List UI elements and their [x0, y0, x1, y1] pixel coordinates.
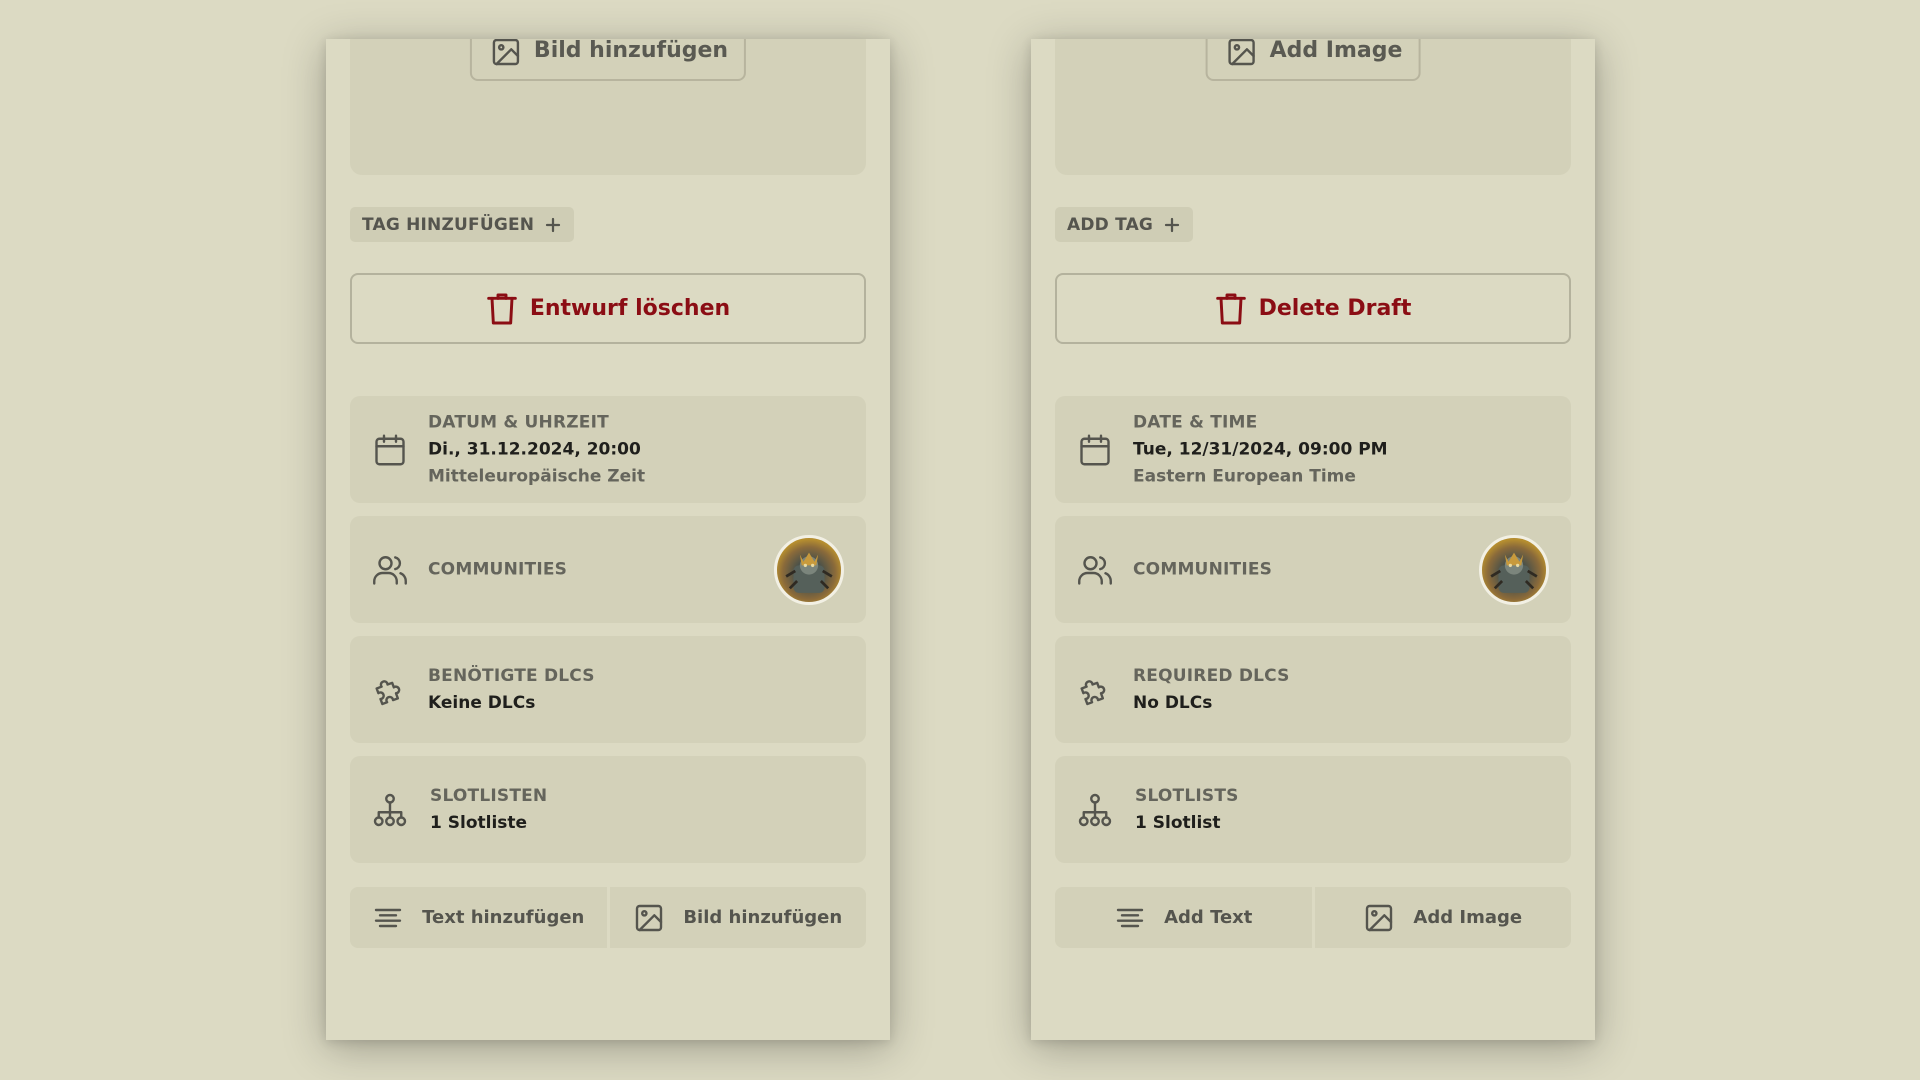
community-avatar[interactable] [774, 534, 844, 605]
plus-icon [1164, 217, 1180, 232]
puzzle-icon [375, 679, 401, 705]
datetime-title: DATE & TIME [1133, 412, 1258, 432]
delete-draft-label: Entwurf löschen [529, 296, 731, 321]
dlcs-title: BENÖTIGTE DLCS [428, 665, 595, 686]
dlcs-card[interactable]: BENÖTIGTE DLCS Keine DLCs [350, 636, 866, 743]
image-drop-area[interactable]: Bild hinzufügen [350, 39, 866, 175]
bottom-action-bar: Add Text Add Image [1055, 887, 1571, 948]
slotlists-card[interactable]: SLOTLISTEN 1 Slotliste [350, 756, 866, 863]
users-icon [373, 555, 407, 585]
add-tag-button[interactable]: TAG HINZUFÜGEN [350, 207, 575, 242]
dlcs-value: No DLCs [1133, 692, 1213, 713]
image-icon [1228, 39, 1255, 66]
add-image-top-label: Bild hinzufügen [533, 39, 729, 63]
datetime-timezone: Mitteleuropäische Zeit [428, 466, 646, 486]
phone-panel-de: Bild hinzufügen TAG HINZUFÜGEN Entwurf l… [326, 39, 890, 1040]
add-image-top-button[interactable]: Add Image [1205, 39, 1421, 81]
datetime-title: DATUM & UHRZEIT [428, 412, 609, 432]
delete-draft-label: Delete Draft [1258, 296, 1412, 321]
add-tag-button[interactable]: ADD TAG [1055, 207, 1194, 242]
slotlists-value: 1 Slotliste [430, 812, 528, 833]
bottom-action-bar: Text hinzufügen Bild hinzufügen [350, 887, 866, 948]
communities-title: COMMUNITIES [428, 559, 568, 579]
add-image-top-label: Add Image [1269, 39, 1403, 63]
text-align-icon [374, 908, 402, 927]
add-text-button[interactable]: Add Text [1055, 887, 1312, 948]
slotlists-title: SLOTLISTEN [430, 785, 548, 806]
dlcs-value: Keine DLCs [428, 692, 536, 713]
slotlists-value: 1 Slotlist [1135, 812, 1221, 833]
avatar-image [785, 552, 833, 593]
communities-card[interactable]: COMMUNITIES [1055, 516, 1571, 623]
add-image-label: Add Image [1413, 907, 1523, 928]
add-tag-label: TAG HINZUFÜGEN [362, 214, 535, 235]
communities-title: COMMUNITIES [1133, 559, 1273, 579]
datetime-timezone: Eastern European Time [1133, 466, 1356, 486]
calendar-icon [375, 434, 405, 465]
trash-icon [487, 293, 517, 324]
add-image-button[interactable]: Bild hinzufügen [609, 887, 866, 948]
add-image-button[interactable]: Add Image [1314, 887, 1571, 948]
image-icon [1366, 904, 1393, 931]
phone-panel-en: Add Image ADD TAG Delete Draft DATE & TI… [1031, 39, 1595, 1040]
text-align-icon [1116, 908, 1144, 927]
avatar-image [1490, 552, 1538, 593]
trash-icon [1215, 293, 1246, 324]
community-avatar[interactable] [1479, 534, 1549, 605]
calendar-icon [1080, 434, 1110, 465]
add-image-top-button[interactable]: Bild hinzufügen [469, 39, 747, 81]
dlcs-title: REQUIRED DLCS [1133, 665, 1290, 686]
add-image-label: Bild hinzufügen [683, 907, 843, 928]
communities-card[interactable]: COMMUNITIES [350, 516, 866, 623]
add-text-label: Text hinzufügen [422, 907, 585, 928]
puzzle-icon [1080, 679, 1106, 705]
image-drop-area[interactable]: Add Image [1055, 39, 1571, 175]
add-tag-label: ADD TAG [1067, 214, 1154, 235]
delete-draft-button[interactable]: Delete Draft [1055, 273, 1571, 344]
slotlists-title: SLOTLISTS [1135, 785, 1239, 806]
hierarchy-icon [1078, 793, 1112, 826]
datetime-card[interactable]: DATE & TIME Tue, 12/31/2024, 09:00 PM Ea… [1055, 396, 1571, 503]
image-icon [492, 39, 520, 66]
datetime-card[interactable]: DATUM & UHRZEIT Di., 31.12.2024, 20:00 M… [350, 396, 866, 503]
users-icon [1078, 555, 1112, 585]
datetime-value: Tue, 12/31/2024, 09:00 PM [1133, 439, 1388, 459]
hierarchy-icon [373, 793, 407, 826]
dlcs-card[interactable]: REQUIRED DLCS No DLCs [1055, 636, 1571, 743]
plus-icon [546, 217, 561, 232]
datetime-value: Di., 31.12.2024, 20:00 [428, 439, 641, 459]
slotlists-card[interactable]: SLOTLISTS 1 Slotlist [1055, 756, 1571, 863]
image-icon [636, 904, 663, 931]
delete-draft-button[interactable]: Entwurf löschen [350, 273, 866, 344]
add-text-label: Add Text [1164, 907, 1253, 928]
add-text-button[interactable]: Text hinzufügen [350, 887, 607, 948]
